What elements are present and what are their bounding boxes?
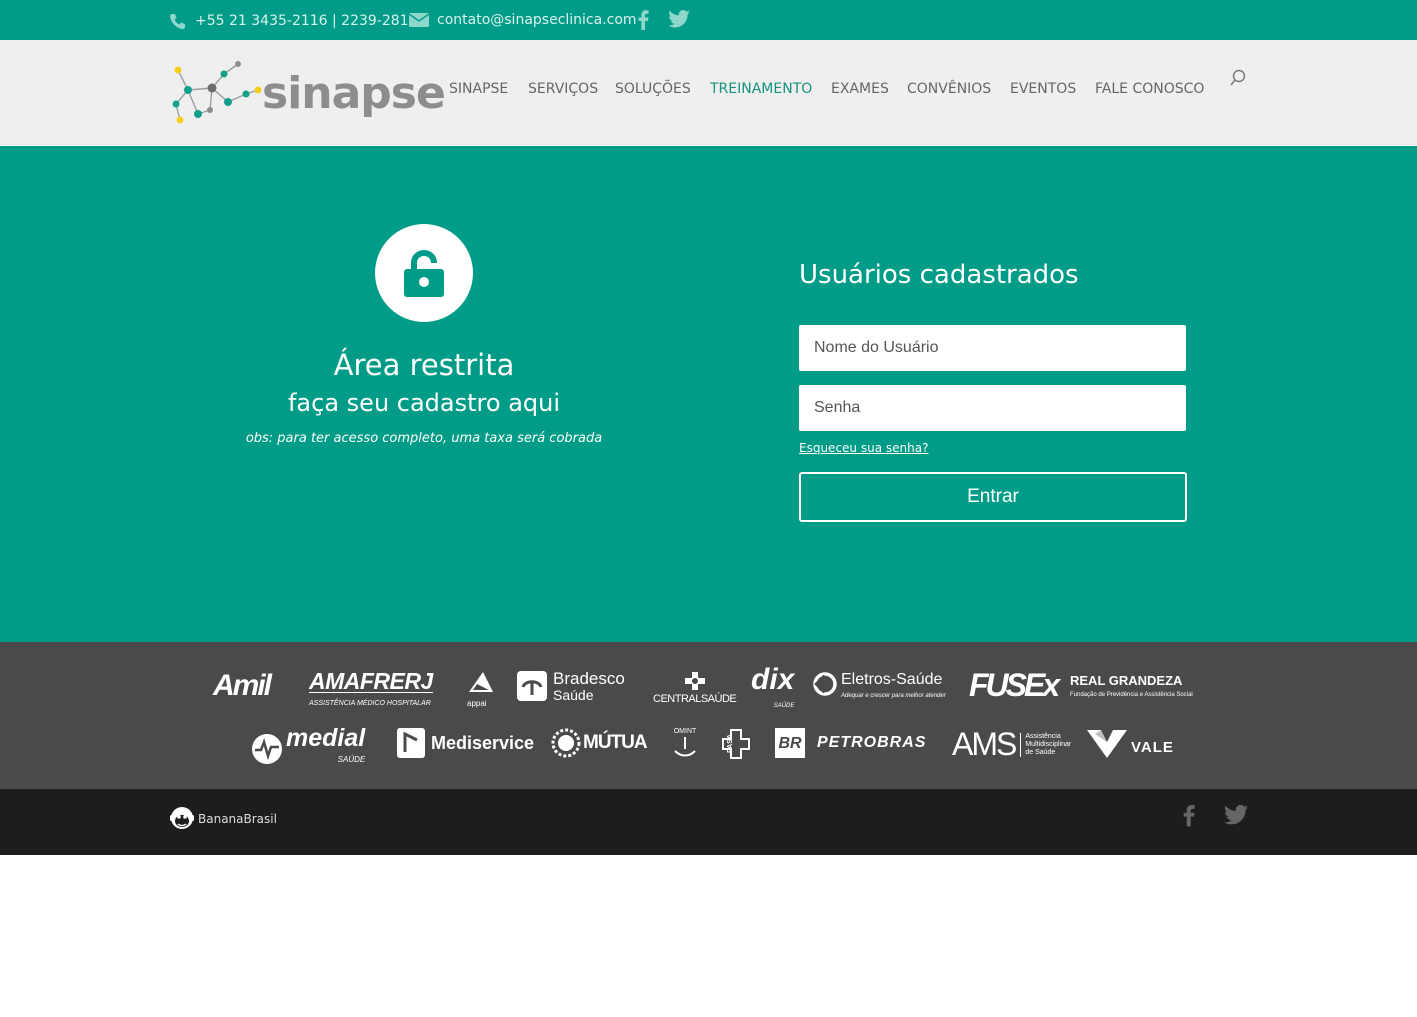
phone-icon <box>170 14 185 29</box>
eletros-subtitle: Adequar e crescer para melhor atender <box>841 693 946 699</box>
vale-name: VALE <box>1131 739 1174 756</box>
restricted-subtitle[interactable]: faça seu cadastro aqui <box>224 389 624 417</box>
bradesco-name: Bradesco <box>553 669 625 688</box>
vale-logo-icon <box>1087 730 1127 758</box>
forgot-password-link[interactable]: Esqueceu sua senha? <box>799 441 928 455</box>
omint-name: OMINT <box>673 728 697 735</box>
partner-mutua: MÚTUA <box>551 728 648 758</box>
molecule-icon <box>172 61 262 124</box>
br-badge: BR <box>775 728 805 758</box>
password-input[interactable] <box>799 385 1186 431</box>
petrobras-name: PETROBRAS <box>817 734 927 751</box>
nav-treinamento[interactable]: TREINAMENTO <box>710 81 812 97</box>
ams-subtitle: Assistência Multidisciplinar de Saúde <box>1020 732 1071 757</box>
twitter-icon[interactable] <box>1224 805 1248 825</box>
partner-vale: VALE <box>1087 728 1174 758</box>
bananabrasil-credit[interactable]: BananaBrasil <box>170 805 277 833</box>
nav-convenios[interactable]: CONVÊNIOS <box>907 81 991 97</box>
phone-text: +55 21 3435-2116 | 2239-2813 <box>195 13 418 29</box>
mutua-seal-icon <box>551 728 581 758</box>
eletros-name: Eletros-Saúde <box>841 671 943 688</box>
partner-omint: OMINT <box>671 728 699 762</box>
partner-amil: Amil <box>213 669 272 702</box>
partner-medial: medial SAÚDE <box>252 724 366 771</box>
medial-name: medial <box>286 724 366 752</box>
real-grandeza-name: REAL GRANDEZA <box>1070 673 1183 688</box>
dix-subtitle: SAÚDE <box>773 703 795 709</box>
login-button[interactable]: Entrar <box>799 472 1187 522</box>
omint-logo-icon <box>674 737 696 757</box>
partner-ams: AMS Assistência Multidisciplinar de Saúd… <box>952 726 1071 763</box>
mediservice-name: Mediservice <box>431 732 535 753</box>
amafrerj-subtitle: ASSISTÊNCIA MÉDICO HOSPITALAR <box>309 692 433 715</box>
email-text: contato@sinapseclinica.com <box>437 12 637 28</box>
partner-mediservice: Mediservice <box>397 728 534 758</box>
restricted-title: Área restrita <box>333 348 515 382</box>
nav-fale-conosco[interactable]: FALE CONOSCO <box>1095 81 1204 97</box>
site-header: sinapse SINAPSE SERVIÇOS SOLUÇÕES TREINA… <box>0 40 1417 145</box>
mail-icon <box>409 13 429 27</box>
bradesco-subtitle: Saúde <box>553 687 594 703</box>
partner-petrobras: BR PETROBRAS <box>775 728 926 758</box>
site-footer: BananaBrasil <box>0 789 1417 855</box>
appai-text: appai <box>467 699 487 708</box>
partner-bradesco: Bradesco Saúde <box>517 669 625 703</box>
partner-dix: dix SAÚDE <box>751 665 795 719</box>
login-title: Usuários cadastrados <box>799 260 1079 290</box>
mediservice-logo-icon <box>397 728 425 758</box>
username-input[interactable] <box>799 325 1186 371</box>
mutua-name: MÚTUA <box>583 732 648 753</box>
restricted-note: obs: para ter acesso completo, uma taxa … <box>245 431 603 446</box>
unlock-badge <box>375 224 473 322</box>
real-grandeza-subtitle: Fundação de Previdência e Assistência So… <box>1070 692 1193 698</box>
credit-text: BananaBrasil <box>198 812 277 826</box>
ams-name: AMS <box>952 726 1017 762</box>
partner-appai: appai <box>467 672 495 708</box>
eletros-logo-icon <box>813 672 837 696</box>
partner-pasa: PASA <box>722 729 750 764</box>
partner-eletros-saude: Eletros-Saúde Adequar e crescer para mel… <box>813 672 946 704</box>
partner-fusex: FUSEx <box>969 667 1060 703</box>
email-contact[interactable]: contato@sinapseclinica.com <box>409 12 637 28</box>
sinapse-logo[interactable]: sinapse <box>166 54 446 130</box>
partner-centralsaude: CENTRALSAÚDE <box>653 672 737 705</box>
facebook-icon[interactable] <box>1182 802 1195 828</box>
cross-logo-icon <box>684 672 705 690</box>
search-icon[interactable] <box>1229 69 1247 88</box>
logo-text: sinapse <box>262 68 446 119</box>
nav-eventos[interactable]: EVENTOS <box>1010 81 1076 97</box>
partner-amafrerj: AMAFRERJ ASSISTÊNCIA MÉDICO HOSPITALAR <box>309 670 433 715</box>
nav-servicos[interactable]: SERVIÇOS <box>528 81 598 97</box>
twitter-icon[interactable] <box>668 10 690 28</box>
appai-logo-icon <box>469 672 493 692</box>
pasa-text: PASA <box>726 734 734 753</box>
amafrerj-name: AMAFRERJ <box>309 668 433 694</box>
medial-subtitle: SAÚDE <box>337 755 366 764</box>
centralsaude-text: CENTRALSAÚDE <box>653 693 737 705</box>
top-bar: +55 21 3435-2116 | 2239-2813 contato@sin… <box>0 0 1417 40</box>
facebook-icon[interactable] <box>637 9 649 30</box>
medial-logo-icon <box>252 734 282 764</box>
monkey-logo-icon <box>170 807 194 829</box>
nav-exames[interactable]: EXAMES <box>831 81 889 97</box>
bradesco-logo-icon <box>517 671 547 701</box>
nav-sinapse[interactable]: SINAPSE <box>449 81 508 97</box>
phone-contact[interactable]: +55 21 3435-2116 | 2239-2813 <box>169 12 418 30</box>
partner-real-grandeza: REAL GRANDEZA Fundação de Previdência e … <box>1070 674 1193 702</box>
login-section: Área restrita faça seu cadastro aqui obs… <box>0 146 1417 642</box>
unlock-icon <box>404 249 444 297</box>
partners-section: Amil AMAFRERJ ASSISTÊNCIA MÉDICO HOSPITA… <box>0 642 1417 789</box>
dix-name: dix <box>751 663 795 696</box>
nav-solucoes[interactable]: SOLUÇÕES <box>615 81 691 97</box>
